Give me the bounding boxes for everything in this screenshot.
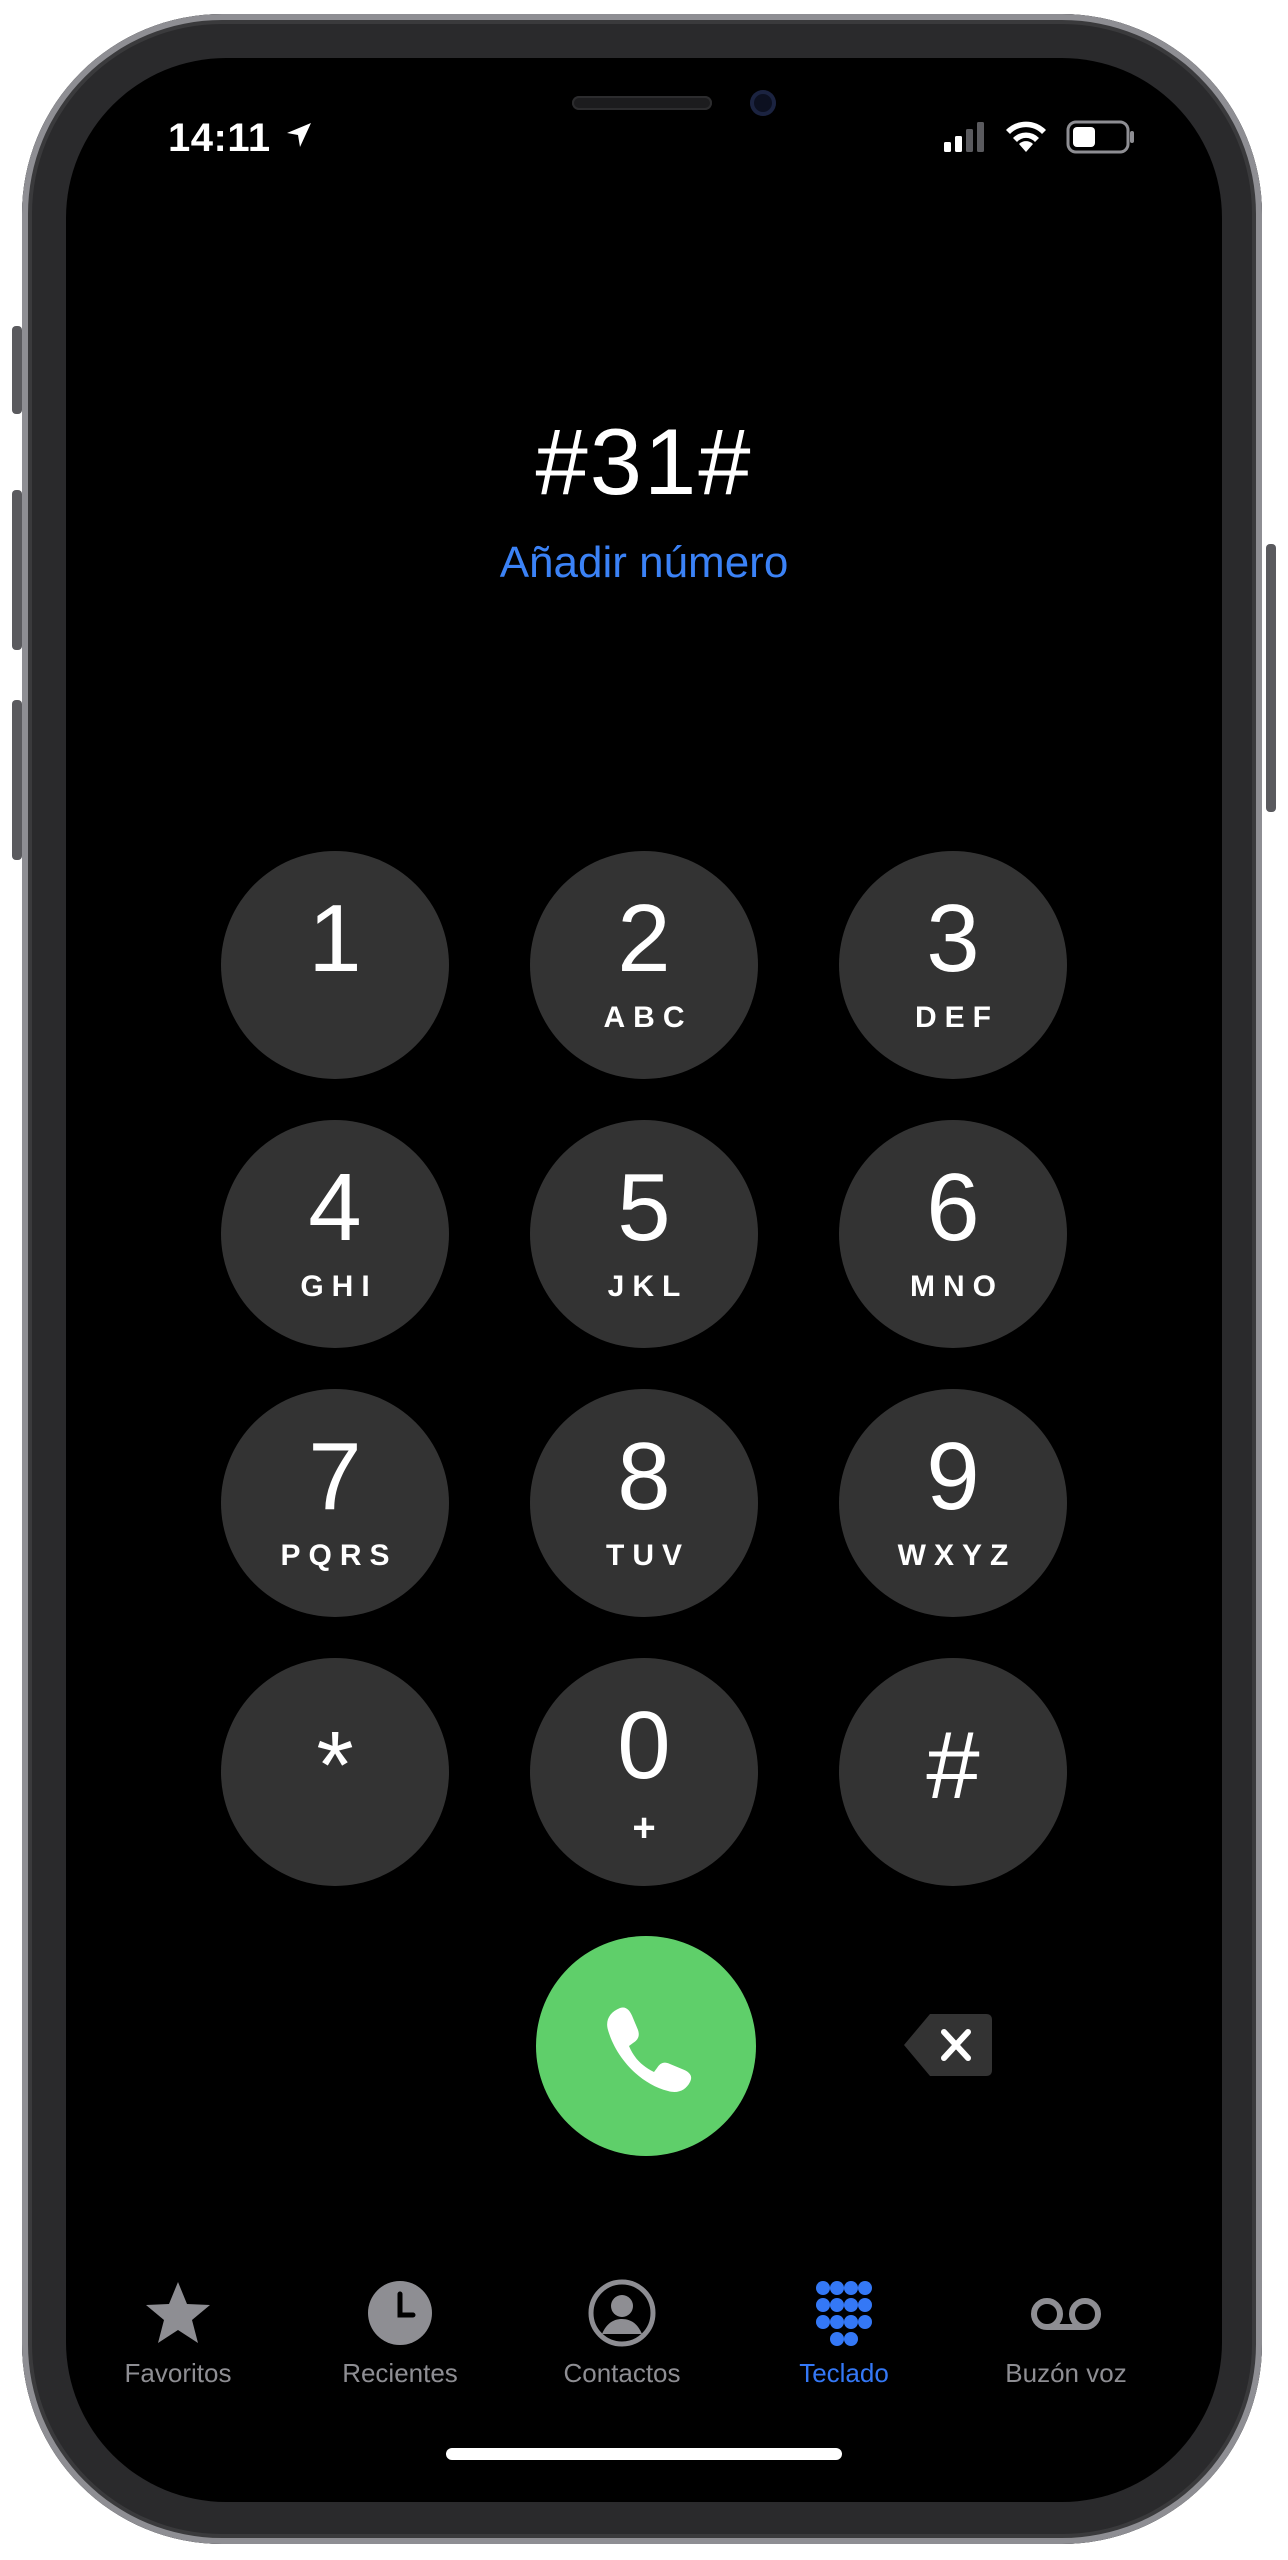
screen: 14:11 #31# Añadir número 1 2 ABC 3 DEF 4… (66, 58, 1222, 2502)
key-letters: JKL (607, 1270, 689, 1303)
keypad-icon (816, 2281, 872, 2346)
key-digit: 0 (617, 1692, 671, 1799)
dialed-number: #31# (535, 409, 753, 514)
key-letters: ABC (603, 1001, 693, 1034)
status-time: 14:11 (168, 116, 271, 160)
phone-icon (607, 2007, 692, 2092)
clock-icon (368, 2281, 432, 2345)
key-7[interactable]: 7 PQRS (221, 1389, 449, 1617)
key-letters: DEF (915, 1001, 999, 1034)
side-button (1266, 544, 1276, 812)
cellular-signal-icon (944, 122, 984, 152)
tab-bar: Favoritos Recientes Contactos Teclado Bu… (66, 2274, 1222, 2414)
key-digit: 6 (926, 1154, 980, 1261)
key-4[interactable]: 4 GHI (221, 1120, 449, 1348)
silent-switch (12, 326, 22, 414)
key-5[interactable]: 5 JKL (530, 1120, 758, 1348)
wifi-icon (1006, 121, 1046, 152)
battery-icon (1066, 120, 1134, 154)
key-digit: 1 (308, 885, 362, 992)
key-digit: * (316, 1712, 354, 1819)
key-star[interactable]: * (221, 1658, 449, 1886)
key-9[interactable]: 9 WXYZ (839, 1389, 1067, 1617)
contact-icon (588, 2279, 656, 2347)
key-letters: PQRS (280, 1539, 398, 1572)
key-letters: GHI (300, 1270, 378, 1303)
voicemail-icon (1031, 2298, 1101, 2330)
volume-up-button (12, 490, 22, 650)
key-hash[interactable]: # (839, 1658, 1067, 1886)
key-digit: 9 (926, 1423, 980, 1530)
call-button[interactable] (536, 1936, 756, 2156)
key-digit: 4 (308, 1154, 362, 1261)
star-icon (146, 2282, 210, 2343)
backspace-icon[interactable] (902, 2010, 996, 2080)
tab-label: Teclado (799, 2358, 889, 2388)
volume-down-button (12, 700, 22, 860)
front-camera (750, 90, 776, 116)
key-8[interactable]: 8 TUV (530, 1389, 758, 1617)
home-indicator[interactable] (446, 2448, 842, 2460)
earpiece-speaker (572, 96, 712, 110)
key-0[interactable]: 0 + (530, 1658, 758, 1886)
add-number-link[interactable]: Añadir número (66, 538, 1222, 588)
location-arrow-icon (287, 123, 311, 147)
key-letters: MNO (910, 1270, 1004, 1303)
key-digit: 2 (617, 885, 671, 992)
key-letters: WXYZ (897, 1539, 1017, 1572)
key-digit: 3 (926, 885, 980, 992)
key-2[interactable]: 2 ABC (530, 851, 758, 1079)
tab-label: Recientes (342, 2358, 458, 2388)
key-digit: 5 (617, 1154, 671, 1261)
key-3[interactable]: 3 DEF (839, 851, 1067, 1079)
tab-label: Favoritos (124, 2358, 232, 2388)
tab-label: Contactos (563, 2358, 681, 2388)
key-1[interactable]: 1 (221, 851, 449, 1079)
key-letters: TUV (606, 1539, 690, 1572)
key-digit: # (926, 1712, 980, 1819)
key-digit: 8 (617, 1423, 671, 1530)
key-letters: + (632, 1806, 656, 1850)
key-digit: 7 (308, 1423, 362, 1530)
tab-label: Buzón voz (1005, 2358, 1127, 2388)
key-6[interactable]: 6 MNO (839, 1120, 1067, 1348)
